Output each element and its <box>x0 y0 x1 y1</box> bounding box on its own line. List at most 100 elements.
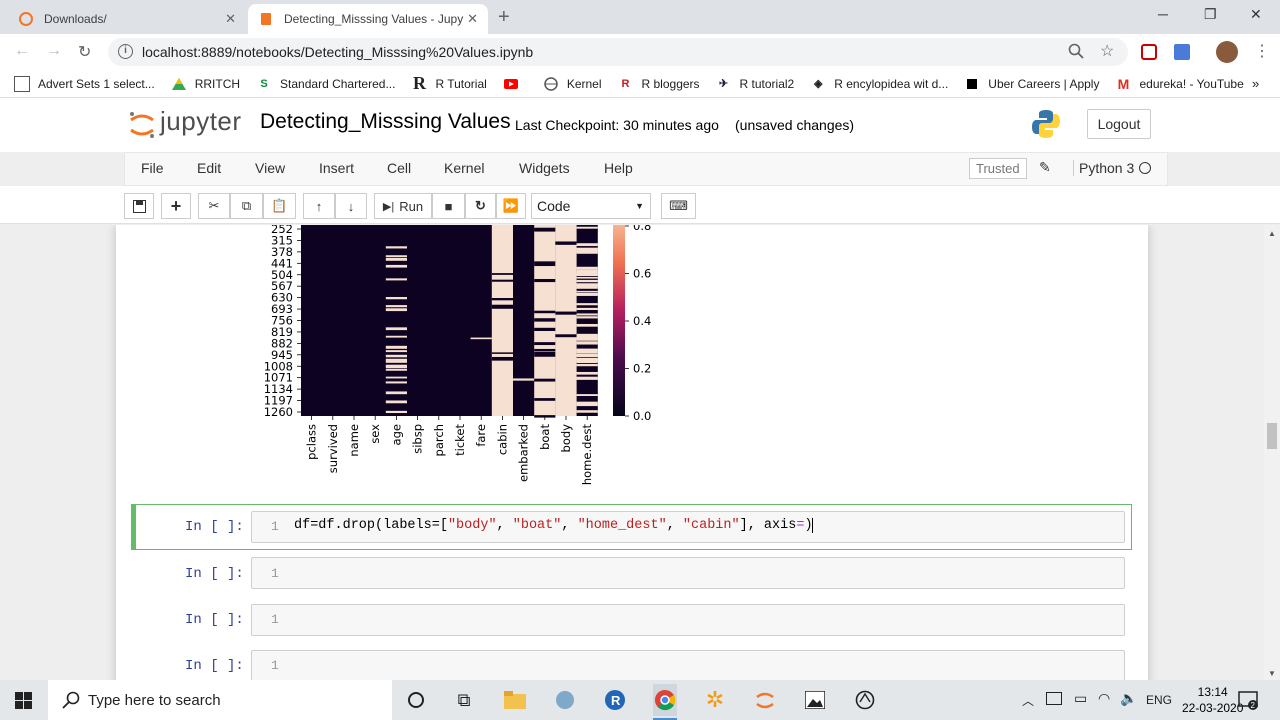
cell-prompt: In [ ]: <box>185 566 244 582</box>
stop-icon[interactable]: ■ <box>432 193 465 219</box>
menu-widgets[interactable]: Widgets <box>519 160 570 176</box>
wifi-icon[interactable]: ◠ <box>1098 690 1110 707</box>
new-tab-icon[interactable]: + <box>498 6 510 29</box>
heatmap-present-stripe <box>534 378 556 382</box>
reload-icon[interactable]: ↻ <box>78 42 91 62</box>
heatmap-present-stripe <box>491 273 513 275</box>
network-icon[interactable] <box>1046 692 1062 705</box>
copy-icon[interactable]: ⧉ <box>230 193 263 219</box>
close-icon[interactable]: ✕ <box>467 11 478 27</box>
bookmark-item[interactable]: RR bloggers <box>618 76 700 92</box>
bookmark-item[interactable]: Advert Sets 1 select... <box>14 75 155 92</box>
bookmark-item[interactable]: ◈ R encylopidea wit d... <box>810 76 948 92</box>
profile-avatar[interactable] <box>1216 41 1238 63</box>
code-editor[interactable] <box>251 650 1125 680</box>
heatmap-column-label: ticket <box>453 424 467 456</box>
move-down-icon[interactable]: ↓ <box>335 193 367 219</box>
photos-icon[interactable] <box>803 688 827 712</box>
windows-start-icon[interactable] <box>15 692 32 712</box>
scroll-down-icon[interactable]: ▼ <box>1268 669 1276 678</box>
code-editor[interactable] <box>251 557 1125 589</box>
volume-icon[interactable]: 🔈 <box>1120 690 1137 707</box>
notebook-title[interactable]: Detecting_Misssing Values <box>260 110 511 134</box>
menu-view[interactable]: View <box>255 160 285 176</box>
tab-downloads[interactable]: Downloads/ ✕ <box>8 4 246 34</box>
bookmark-item[interactable]: S Standard Chartered... <box>256 76 395 92</box>
drive-icon <box>171 76 187 92</box>
show-hidden-icons-icon[interactable]: ︿ <box>1022 692 1034 709</box>
jupyter-logo-icon[interactable] <box>128 110 156 143</box>
notifications-icon[interactable]: 2 <box>1238 690 1258 713</box>
app-circle-icon[interactable] <box>853 688 877 712</box>
code-editor[interactable] <box>251 604 1125 636</box>
bookmark-item[interactable]: Medureka! - YouTube <box>1115 76 1244 92</box>
app-icon[interactable] <box>553 688 577 712</box>
extension-icon[interactable] <box>1141 44 1157 60</box>
menu-edit[interactable]: Edit <box>197 160 221 176</box>
cell-prompt: In [ ]: <box>185 658 244 674</box>
bookmark-item[interactable]: ✈ R tutorial2 <box>716 76 794 92</box>
scrollbar-thumb[interactable] <box>1267 423 1277 449</box>
menu-kernel[interactable]: Kernel <box>444 160 484 176</box>
heatmap-column-label: parch <box>432 424 446 456</box>
paste-icon[interactable]: 📋 <box>263 193 296 219</box>
more-bookmarks-icon[interactable]: » <box>1252 76 1259 91</box>
tab-notebook[interactable]: Detecting_Misssing Values - Jupy ✕ <box>248 4 488 34</box>
bookmark-star-icon[interactable]: ☆ <box>1100 41 1114 61</box>
insert-cell-icon[interactable]: + <box>161 193 191 219</box>
taskbar-search-input[interactable]: Type here to search <box>48 680 392 720</box>
trusted-indicator[interactable]: Trusted <box>969 158 1027 179</box>
bookmark-item[interactable]: RRITCH <box>171 76 240 92</box>
forward-icon[interactable]: → <box>46 42 62 60</box>
bookmark-item[interactable]: Uber Careers | Apply <box>964 76 1099 92</box>
jupyter-app-icon[interactable] <box>753 688 777 712</box>
heatmap-column-label: sibsp <box>411 424 425 454</box>
sunburst-app-icon[interactable]: ✲ <box>703 687 727 712</box>
keyboard-icon[interactable]: ⌨ <box>661 193 696 219</box>
battery-icon[interactable]: ▭ <box>1074 690 1087 707</box>
scroll-up-icon[interactable]: ▲ <box>1268 229 1276 238</box>
code-line[interactable]: df=df.drop(labels=["body", "boat", "home… <box>294 518 813 533</box>
heatmap-column-label: home.dest <box>580 424 594 486</box>
line-number: 1 <box>271 658 279 673</box>
address-bar[interactable]: localhost:8889/notebooks/Detecting_Misss… <box>108 38 1128 66</box>
r-app-icon[interactable]: R <box>603 688 627 712</box>
cortana-icon[interactable] <box>404 688 428 712</box>
restart-icon[interactable]: ↻ <box>465 193 496 219</box>
heatmap-missing-stripe <box>385 305 407 308</box>
menu-insert[interactable]: Insert <box>319 160 354 176</box>
task-view-icon[interactable]: ⧉ <box>452 688 476 712</box>
chrome-icon[interactable] <box>653 684 677 716</box>
close-icon[interactable]: ✕ <box>225 11 236 27</box>
bookmark-item[interactable] <box>503 76 527 92</box>
fast-forward-icon[interactable]: ⏩ <box>496 193 526 219</box>
jupyter-logo-text[interactable]: jupyter <box>160 106 242 137</box>
system-clock[interactable]: 13:14 22-03-2020 <box>1182 684 1243 716</box>
language-indicator[interactable]: ENG <box>1146 693 1172 707</box>
extension-icon[interactable] <box>1174 44 1190 60</box>
tool-icon: ✈ <box>718 78 729 90</box>
menu-help[interactable]: Help <box>604 160 633 176</box>
menu-cell[interactable]: Cell <box>387 160 411 176</box>
bookmark-item[interactable]: Kernel <box>543 76 602 92</box>
bookmark-item[interactable]: RR Tutorial <box>411 73 487 93</box>
site-info-icon[interactable]: i <box>118 44 133 59</box>
move-up-icon[interactable]: ↑ <box>303 193 335 219</box>
restore-icon[interactable]: ❐ <box>1204 6 1217 23</box>
menu-dots-icon[interactable]: ⋮ <box>1254 41 1270 61</box>
cut-icon[interactable]: ✂ <box>198 193 230 219</box>
back-icon[interactable]: ← <box>14 42 30 60</box>
kernel-name[interactable]: Python 3 <box>1073 160 1134 176</box>
page-scrollbar[interactable]: ▲ ▼ <box>1264 225 1280 680</box>
file-explorer-icon[interactable] <box>503 688 527 712</box>
cell-type-select[interactable]: Code ▼ <box>531 193 651 219</box>
minimize-icon[interactable]: ─ <box>1158 6 1168 22</box>
logout-button[interactable]: Logout <box>1087 109 1151 139</box>
window-close-icon[interactable]: ✕ <box>1250 6 1262 23</box>
save-icon[interactable] <box>124 193 154 219</box>
zoom-icon[interactable] <box>1068 43 1084 64</box>
edit-pencil-icon[interactable]: ✎ <box>1039 159 1051 176</box>
run-button[interactable]: ▶| Run <box>374 193 432 219</box>
menu-file[interactable]: File <box>141 160 164 176</box>
notebook-container[interactable]: 252 315 378 441 504 567 630 693 756 819 882 945 1008… <box>0 225 1264 680</box>
